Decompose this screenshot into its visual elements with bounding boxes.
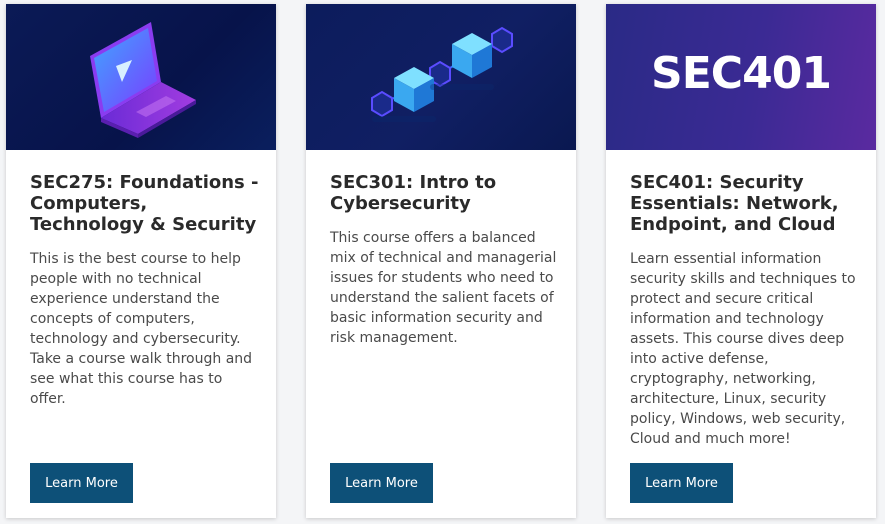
course-card-sec301: SEC301: Intro to Cybersecurity This cour…	[306, 4, 576, 518]
course-description: Learn essential information security ski…	[630, 251, 856, 447]
course-banner-sec301	[306, 4, 576, 150]
learn-more-button[interactable]: Learn More	[330, 463, 433, 503]
course-title: SEC401: Security Essentials: Network, En…	[630, 172, 839, 235]
course-title: SEC275: Foundations - Computers, Technol…	[30, 172, 259, 235]
learn-more-button[interactable]: Learn More	[630, 463, 733, 503]
course-card-sec401: SEC401 SEC401: Security Essentials: Netw…	[606, 4, 876, 518]
course-card-sec275: SEC275: Foundations - Computers, Technol…	[6, 4, 276, 518]
course-banner-sec401: SEC401	[606, 4, 876, 150]
blockchain-cubes-icon	[371, 26, 513, 122]
course-title: SEC301: Intro to Cybersecurity	[330, 172, 497, 214]
course-description: This course offers a balanced mix of tec…	[330, 230, 557, 346]
banner-course-code: SEC401	[651, 48, 832, 99]
course-description: This is the best course to help people w…	[30, 251, 253, 407]
learn-more-button[interactable]: Learn More	[30, 463, 133, 503]
laptop-icon	[90, 22, 196, 138]
course-banner-sec275	[6, 4, 276, 150]
